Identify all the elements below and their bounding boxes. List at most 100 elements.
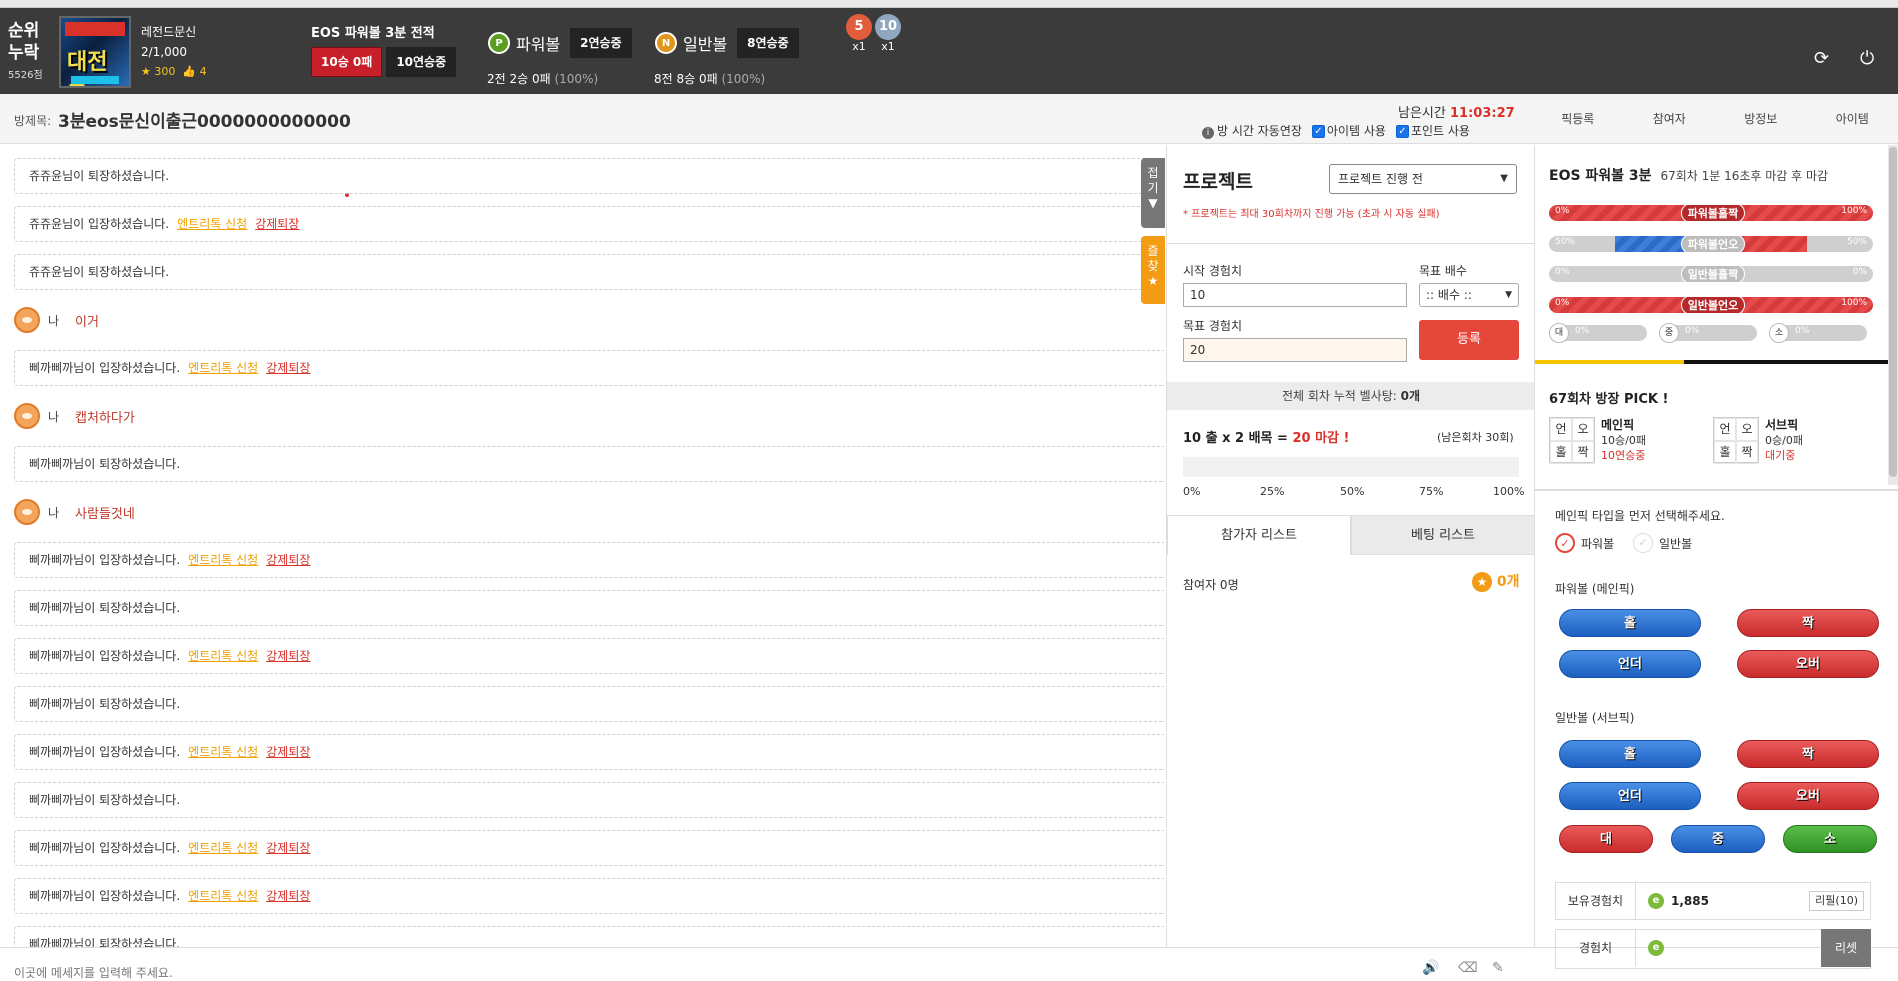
sub-over-button[interactable]: 오버	[1737, 782, 1879, 810]
normalball-streak: 8연승중	[737, 28, 798, 58]
bar-right-pct: 50%	[1847, 237, 1867, 247]
message-username: 삐까삐까	[29, 361, 73, 375]
pick-over-button[interactable]: 오버	[1737, 650, 1879, 678]
power-icon[interactable]: ⏻	[1860, 48, 1874, 69]
tab-participants[interactable]: 참여자	[1624, 94, 1716, 144]
favorite-tab[interactable]: 즐찾 ★	[1141, 236, 1165, 304]
use-item-option[interactable]: ✓아이템 사용	[1312, 122, 1386, 139]
message-text: 님이 입장하셨습니다.	[62, 217, 169, 231]
kick-link[interactable]: 강제퇴장	[266, 841, 310, 855]
main-pick-record: 10승/0패	[1601, 434, 1646, 447]
checkbox-checked-icon[interactable]: ✓	[1396, 125, 1409, 138]
bar-normalball-oddeven: 0% 0% 일반볼홀짝	[1549, 266, 1873, 282]
main-pick-streak: 10연승중	[1601, 449, 1645, 462]
message-username: 삐까삐까	[29, 649, 73, 663]
refill-button[interactable]: 리필(10)	[1809, 891, 1864, 911]
tab-items[interactable]: 아이템	[1807, 94, 1898, 144]
section-sub-pick: 일반볼 (서브픽)	[1555, 709, 1634, 726]
kick-link[interactable]: 강제퇴장	[266, 649, 310, 663]
refresh-icon[interactable]: ⟳	[1814, 48, 1829, 69]
sub-small-button[interactable]: 소	[1783, 825, 1877, 853]
radio-normalball-label: 일반볼	[1659, 535, 1692, 552]
avatar-stripe	[71, 76, 119, 84]
sub-under-button[interactable]: 언더	[1559, 782, 1701, 810]
message-text: 님이 입장하셨습니다.	[73, 889, 180, 903]
kick-link[interactable]: 강제퇴장	[266, 889, 310, 903]
pick-even-button[interactable]: 짝	[1737, 609, 1879, 637]
radio-powerball[interactable]: ✓ 파워볼	[1555, 533, 1614, 553]
kick-link[interactable]: 강제퇴장	[266, 361, 310, 375]
message-username: 쥬쥬윤	[29, 169, 62, 183]
target-exp-label: 목표 경험치	[1183, 317, 1242, 334]
system-message: 삐까삐까님이 퇴장하셨습니다.	[14, 686, 1164, 722]
sub-pick-status: 대기중	[1765, 449, 1795, 462]
kick-link[interactable]: 강제퇴장	[266, 553, 310, 567]
start-exp-input[interactable]: 10	[1183, 283, 1407, 307]
fold-tab[interactable]: 접기 ▼	[1141, 158, 1165, 228]
my-message-text: 사람들것네	[75, 503, 135, 522]
message-text: 님이 퇴장하셨습니다.	[73, 793, 180, 807]
tab-participant-list[interactable]: 참가자 리스트	[1167, 515, 1351, 555]
pick-under-button[interactable]: 언더	[1559, 650, 1701, 678]
scrollbar-thumb[interactable]	[1889, 147, 1897, 477]
exp-coin-icon: e	[1648, 893, 1664, 909]
my-message-sender: 나	[48, 408, 59, 425]
eos-panel-name: EOS 파워볼 3분	[1549, 168, 1652, 184]
project-status-select[interactable]: 프로젝트 진행 전 ▼	[1329, 164, 1517, 194]
tab-pick-register[interactable]: 픽등록	[1532, 94, 1624, 144]
entry-talk-link[interactable]: 엔트리톡 신청	[188, 841, 258, 855]
grid-cell: 오	[1572, 418, 1594, 441]
main-pick-grid: 언 오 홀 짝	[1549, 417, 1595, 463]
radio-normalball[interactable]: ✓ 일반볼	[1633, 533, 1692, 553]
auto-extend[interactable]: i방 시간 자동연장	[1202, 122, 1302, 139]
minibar-small: 소 0%	[1771, 325, 1867, 341]
pick-odd-button[interactable]: 홀	[1559, 609, 1701, 637]
entry-talk-link[interactable]: 엔트리톡 신청	[188, 649, 258, 663]
bar-label: 파워볼홀짝	[1681, 205, 1745, 221]
target-exp-input[interactable]: 20	[1183, 338, 1407, 362]
reset-button[interactable]: 리셋	[1821, 929, 1871, 967]
magic-wand-icon[interactable]: ✎	[1492, 960, 1504, 976]
sub-even-button[interactable]: 짝	[1737, 740, 1879, 768]
remain-time: 11:03:27	[1450, 106, 1515, 121]
section-divider	[1535, 360, 1898, 364]
medal-5: 5 x1	[846, 14, 872, 53]
use-item-label: 아이템 사용	[1327, 124, 1386, 138]
avatar[interactable]: 대전교	[59, 16, 131, 88]
check-icon[interactable]: ✓	[1633, 533, 1653, 553]
sub-pick-grid: 언 오 홀 짝	[1713, 417, 1759, 463]
bar-label: 일반볼홀짝	[1681, 266, 1745, 282]
speaker-icon[interactable]: 🔊	[1422, 960, 1439, 976]
owned-exp-row: 보유경험치 e 1,885 리필(10)	[1555, 882, 1871, 920]
exp-label: 경험치	[1556, 930, 1636, 966]
target-mult-select[interactable]: :: 배수 :: ▼	[1419, 283, 1519, 307]
project-note: * 프로젝트는 최대 30회차까지 진행 가능 (초과 시 자동 실패)	[1183, 205, 1440, 220]
entry-talk-link[interactable]: 엔트리톡 신청	[177, 217, 247, 231]
message-text: 님이 입장하셨습니다.	[73, 361, 180, 375]
kick-link[interactable]: 강제퇴장	[266, 745, 310, 759]
exp-coin-icon: e	[1648, 940, 1664, 956]
system-message: 삐까삐까님이 입장하셨습니다.엔트리톡 신청강제퇴장	[14, 878, 1164, 914]
rank-box: 순위 누락 5526점	[8, 20, 56, 81]
medal-5-count: x1	[846, 40, 872, 53]
eraser-icon[interactable]: ⌫	[1458, 960, 1478, 976]
register-button[interactable]: 등록	[1419, 320, 1519, 360]
sub-odd-button[interactable]: 홀	[1559, 740, 1701, 768]
use-point-option[interactable]: ✓포인트 사용	[1396, 122, 1470, 139]
tab-bet-list[interactable]: 베팅 리스트	[1351, 515, 1535, 555]
checkbox-checked-icon[interactable]: ✓	[1312, 125, 1325, 138]
user-info: 레전드문신 2/1,000 ★ 300 👍 4	[141, 22, 207, 82]
chat-input-placeholder[interactable]: 이곳에 메세지를 입력해 주세요.	[14, 964, 173, 981]
sub-mid-button[interactable]: 중	[1671, 825, 1765, 853]
message-username: 삐까삐까	[29, 601, 73, 615]
tab-room-info[interactable]: 방정보	[1715, 94, 1807, 144]
sub-big-button[interactable]: 대	[1559, 825, 1653, 853]
entry-talk-link[interactable]: 엔트리톡 신청	[188, 553, 258, 567]
check-icon[interactable]: ✓	[1555, 533, 1575, 553]
entry-talk-link[interactable]: 엔트리톡 신청	[188, 745, 258, 759]
entry-talk-link[interactable]: 엔트리톡 신청	[188, 889, 258, 903]
entry-talk-link[interactable]: 엔트리톡 신청	[188, 361, 258, 375]
powerball-pct: (100%)	[554, 72, 598, 86]
kick-link[interactable]: 강제퇴장	[255, 217, 299, 231]
scrollbar[interactable]	[1888, 145, 1898, 485]
